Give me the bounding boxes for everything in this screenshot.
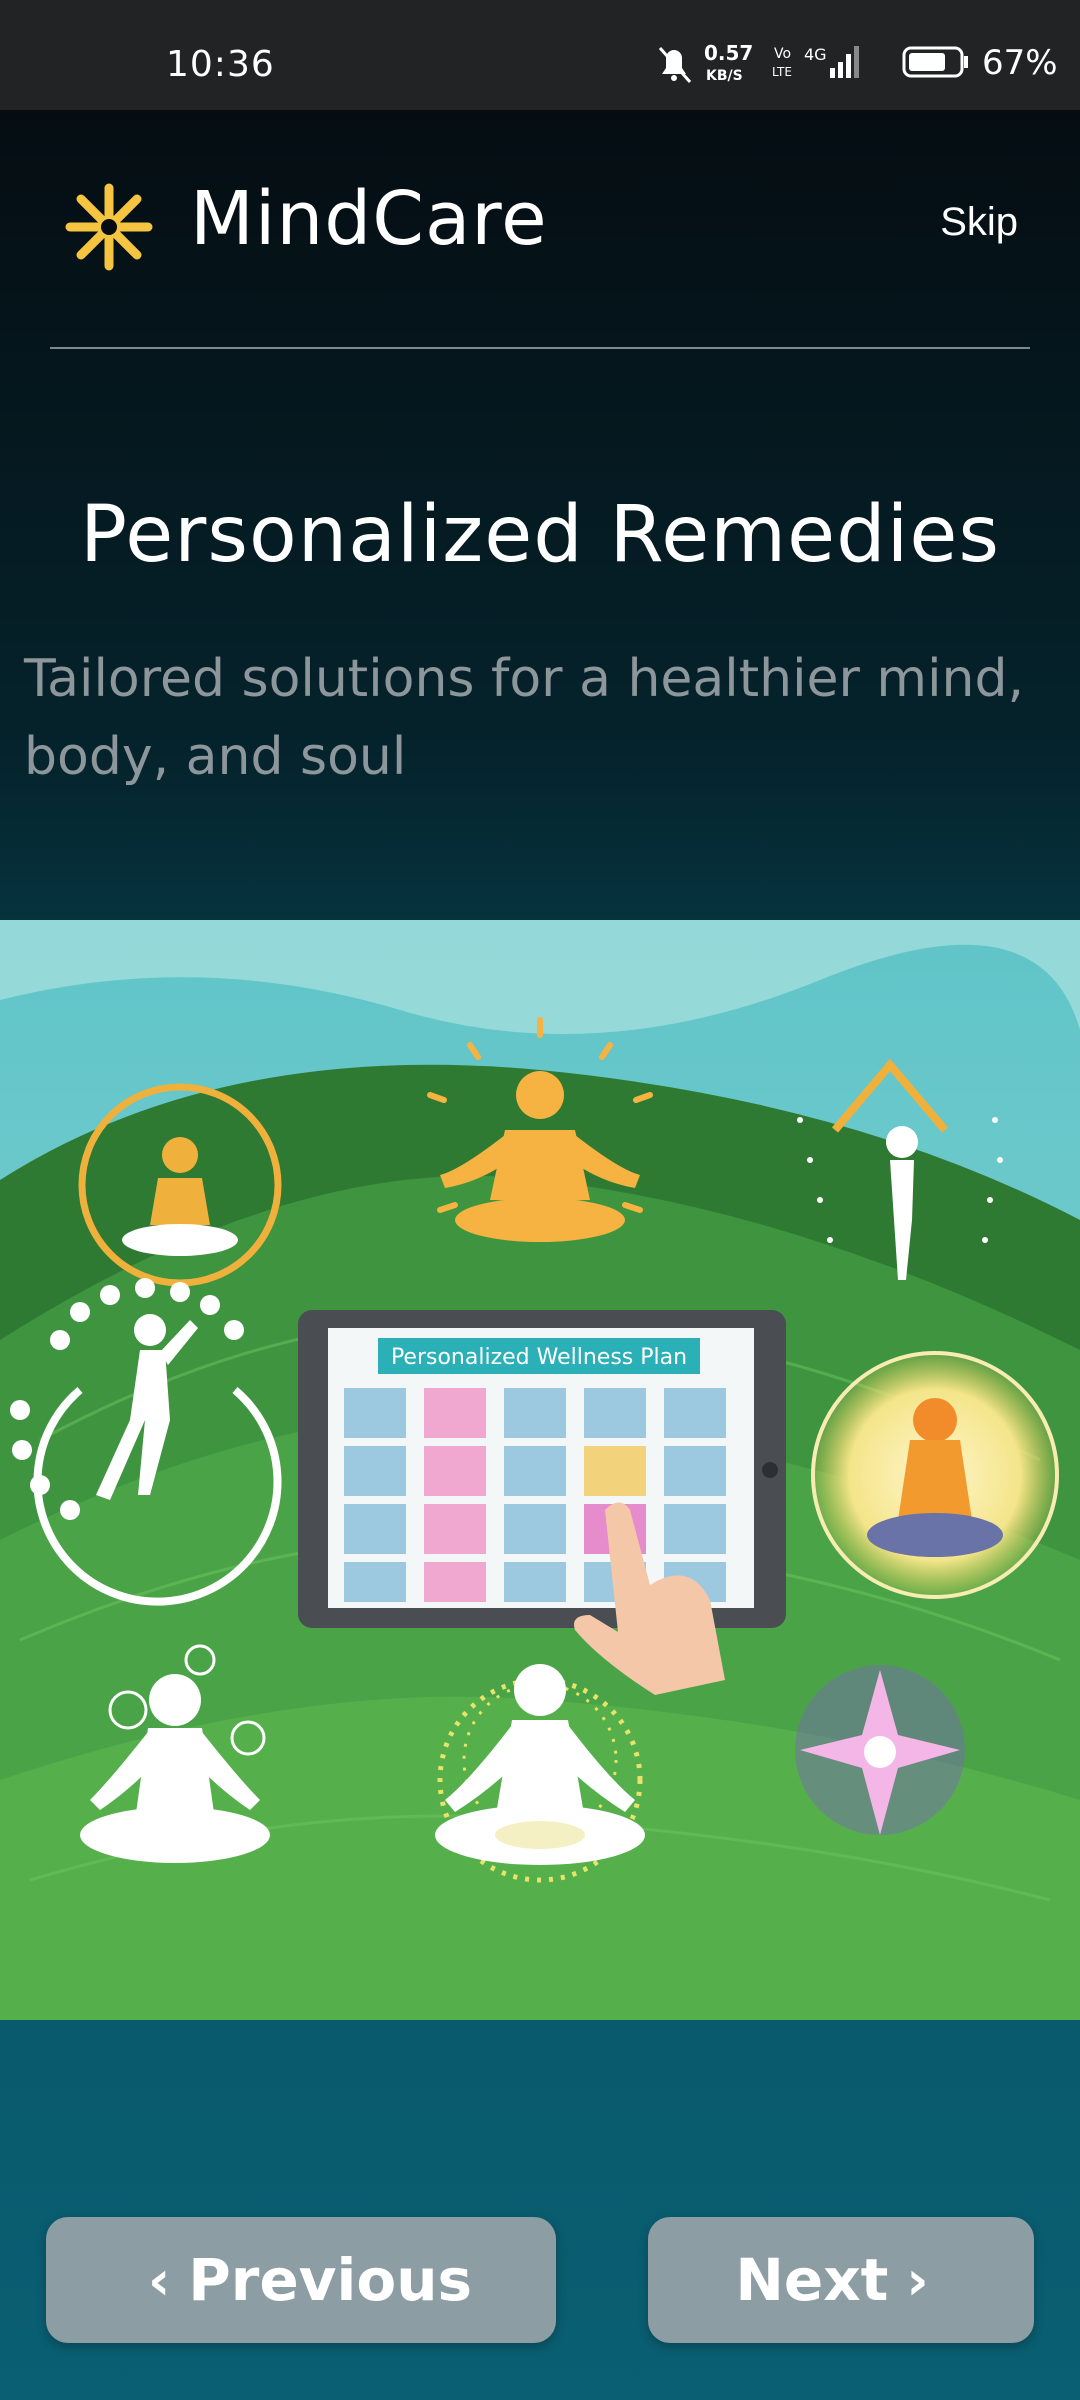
volte-top: Vo (774, 46, 791, 62)
signal-icon (830, 46, 859, 78)
wellness-illustration: Personalized Wellness Plan (0, 920, 1080, 2020)
battery-icon (902, 46, 968, 78)
chevron-left-icon: ‹ (147, 2248, 171, 2312)
chevron-right-icon: › (906, 2248, 929, 2312)
status-icons: 0.57 KB/S Vo LTE 4G 67% (640, 38, 1080, 86)
next-button[interactable]: Next › (648, 2217, 1034, 2343)
onboarding-screen: MindCare Skip Personalized Remedies Tail… (0, 110, 1080, 2400)
tablet-heading: Personalized Wellness Plan (391, 1345, 687, 1370)
volte-bottom: LTE (772, 65, 792, 79)
sparkle-star-icon (795, 1665, 965, 1835)
next-label: Next (735, 2246, 889, 2314)
tablet-plan: Personalized Wellness Plan (298, 1310, 786, 1628)
app-title: MindCare (190, 176, 548, 262)
glowing-meditation-icon (811, 1351, 1059, 1599)
net-speed-value: 0.57 (704, 41, 753, 65)
network-type: 4G (804, 45, 827, 64)
net-speed-unit: KB/S (706, 68, 743, 84)
status-bar: 10:36 0.57 KB/S Vo LTE 4G 67% (0, 0, 1080, 110)
status-time: 10:36 (166, 44, 275, 85)
asterisk-flower-icon (65, 183, 153, 271)
header: MindCare Skip (0, 110, 1080, 350)
header-divider (50, 347, 1030, 349)
previous-label: Previous (188, 2246, 473, 2314)
bell-muted-icon (658, 47, 692, 83)
previous-button[interactable]: ‹ Previous (46, 2217, 556, 2343)
page-title: Personalized Remedies (80, 490, 1000, 580)
skip-button[interactable]: Skip (940, 200, 1018, 245)
page-subtitle: Tailored solutions for a healthier mind,… (24, 649, 1025, 787)
battery-percent: 67% (982, 43, 1058, 83)
